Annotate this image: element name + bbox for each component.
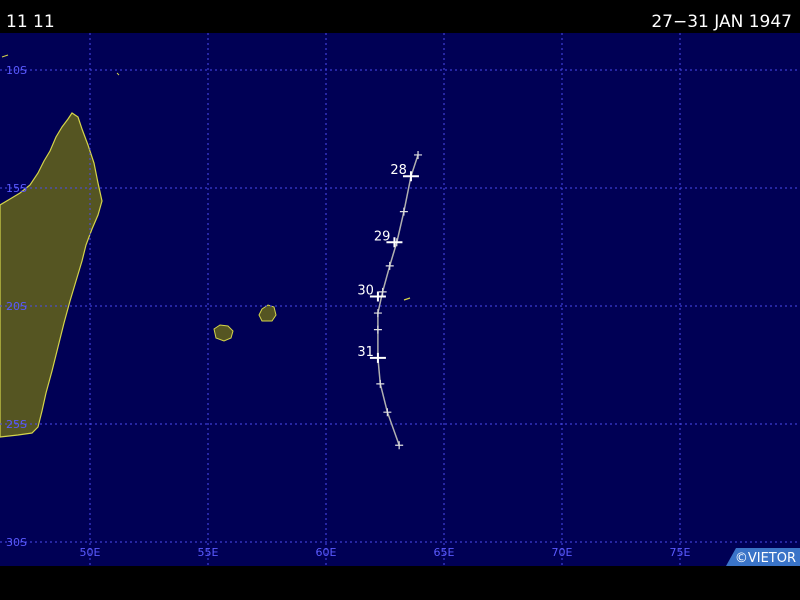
day-label: 29 [374, 229, 391, 244]
storm-id: 11 11 [6, 12, 55, 32]
lon-label: 50E [80, 546, 101, 559]
date-range: 27−31 JAN 1947 [651, 12, 792, 32]
lat-label: 15S [6, 182, 27, 195]
lon-label: 75E [670, 546, 691, 559]
lon-label: 60E [316, 546, 337, 559]
lat-label: 20S [6, 300, 27, 313]
lat-label: 30S [6, 536, 27, 549]
day-label: 30 [357, 284, 374, 299]
lat-label: 25S [6, 418, 27, 431]
footer-bar [0, 566, 800, 600]
day-label: 28 [390, 163, 407, 178]
track-map: 50E 55E 60E 65E 70E 75E 10S 15S 20S 25S 30S 28 29 30… [0, 33, 800, 566]
lon-label: 65E [434, 546, 455, 559]
lon-label: 55E [198, 546, 219, 559]
copyright-text: ©VIETOR [735, 551, 796, 566]
lat-label: 10S [6, 64, 27, 77]
header-bar: 11 11 27−31 JAN 1947 [0, 0, 800, 33]
lon-label: 70E [552, 546, 573, 559]
day-label: 31 [357, 345, 374, 360]
